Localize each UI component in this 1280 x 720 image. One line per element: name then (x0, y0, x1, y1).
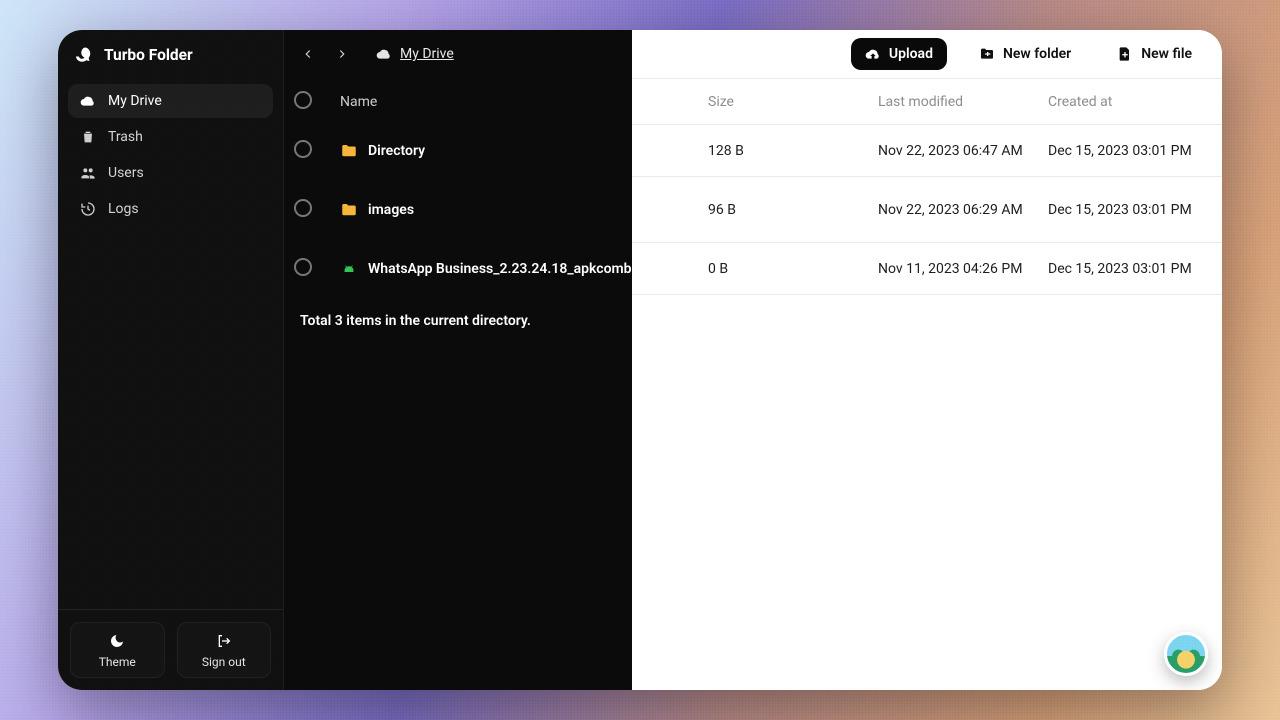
sidebar-item-label: Logs (108, 201, 139, 217)
cloud-icon (80, 93, 96, 109)
row-size: 0 B (708, 261, 878, 277)
theme-label: Theme (99, 655, 136, 669)
row-created: Dec 15, 2023 03:01 PM (1048, 202, 1208, 218)
row-size: 128 B (708, 143, 878, 159)
select-all-checkbox[interactable] (294, 91, 340, 113)
table-row[interactable]: WhatsApp Business_2.23.24.18_apkcombo.co… (284, 243, 1222, 295)
row-name: WhatsApp Business_2.23.24.18_apkcombo.co… (368, 261, 698, 277)
breadcrumb: My Drive (376, 46, 454, 62)
brand: Turbo Folder (58, 30, 283, 78)
col-created[interactable]: Created at (1048, 94, 1208, 110)
app-window: Turbo Folder My Drive Trash Users Logs (58, 30, 1222, 690)
forward-button[interactable] (328, 40, 356, 68)
sidebar-item-label: My Drive (108, 93, 162, 109)
row-name: Directory (368, 143, 425, 159)
avatar[interactable] (1164, 632, 1208, 676)
row-created: Dec 15, 2023 03:01 PM (1048, 143, 1208, 159)
row-modified: Nov 22, 2023 06:29 AM (878, 202, 1048, 218)
row-checkbox[interactable] (294, 199, 340, 221)
history-icon (80, 201, 96, 217)
signout-button[interactable]: Sign out (177, 622, 272, 678)
cloud-icon (376, 46, 392, 62)
row-checkbox[interactable] (294, 258, 340, 280)
main: My Drive Upload New folder New file (284, 30, 1222, 690)
new-file-label: New file (1141, 46, 1192, 62)
back-button[interactable] (294, 40, 322, 68)
checkbox-icon (294, 199, 312, 217)
sidebar-item-mydrive[interactable]: My Drive (68, 84, 273, 118)
topbar-right: Upload New folder New file (851, 38, 1206, 70)
checkbox-icon (294, 258, 312, 276)
signout-icon (216, 633, 232, 649)
new-folder-label: New folder (1003, 46, 1071, 62)
col-modified[interactable]: Last modified (878, 94, 1048, 110)
col-name[interactable]: Name (340, 94, 708, 110)
sidebar-bottom: Theme Sign out (58, 609, 283, 690)
new-file-button[interactable]: New file (1103, 38, 1206, 70)
arrow-right-icon (335, 47, 349, 61)
row-created: Dec 15, 2023 03:01 PM (1048, 261, 1208, 277)
footer-summary: Total 3 items in the current directory. (284, 295, 1222, 347)
table-row[interactable]: Directory 128 B Nov 22, 2023 06:47 AM De… (284, 125, 1222, 177)
trash-icon (80, 129, 96, 145)
arrow-left-icon (301, 47, 315, 61)
row-name: images (368, 202, 414, 218)
col-size[interactable]: Size (708, 94, 878, 110)
folder-icon (340, 201, 358, 219)
sidebar-item-logs[interactable]: Logs (68, 192, 273, 226)
upload-label: Upload (889, 46, 933, 62)
android-icon (340, 260, 358, 278)
row-modified: Nov 22, 2023 06:47 AM (878, 143, 1048, 159)
file-plus-icon (1117, 46, 1133, 62)
folder-plus-icon (979, 46, 995, 62)
row-size: 96 B (708, 202, 878, 218)
topbar-left: My Drive (294, 40, 454, 68)
people-icon (80, 165, 96, 181)
breadcrumb-item[interactable]: My Drive (400, 46, 454, 62)
new-folder-button[interactable]: New folder (965, 38, 1085, 70)
sidebar-item-label: Users (108, 165, 144, 181)
row-modified: Nov 11, 2023 04:26 PM (878, 261, 1048, 277)
theme-button[interactable]: Theme (70, 622, 165, 678)
app-title: Turbo Folder (104, 46, 193, 64)
sidebar-item-users[interactable]: Users (68, 156, 273, 190)
sidebar-nav: My Drive Trash Users Logs (58, 78, 283, 232)
upload-button[interactable]: Upload (851, 38, 947, 70)
sidebar-item-trash[interactable]: Trash (68, 120, 273, 154)
table-row[interactable]: images 96 B Nov 22, 2023 06:29 AM Dec 15… (284, 177, 1222, 243)
cloud-upload-icon (865, 46, 881, 62)
row-checkbox[interactable] (294, 140, 340, 162)
signout-label: Sign out (202, 655, 246, 669)
topbar: My Drive Upload New folder New file (284, 30, 1222, 79)
sidebar: Turbo Folder My Drive Trash Users Logs (58, 30, 284, 690)
moon-icon (109, 633, 125, 649)
table-header: Name Size Last modified Created at (284, 79, 1222, 125)
rocket-icon (76, 46, 94, 64)
checkbox-icon (294, 140, 312, 158)
sidebar-item-label: Trash (108, 129, 143, 145)
checkbox-icon (294, 91, 312, 109)
folder-icon (340, 142, 358, 160)
